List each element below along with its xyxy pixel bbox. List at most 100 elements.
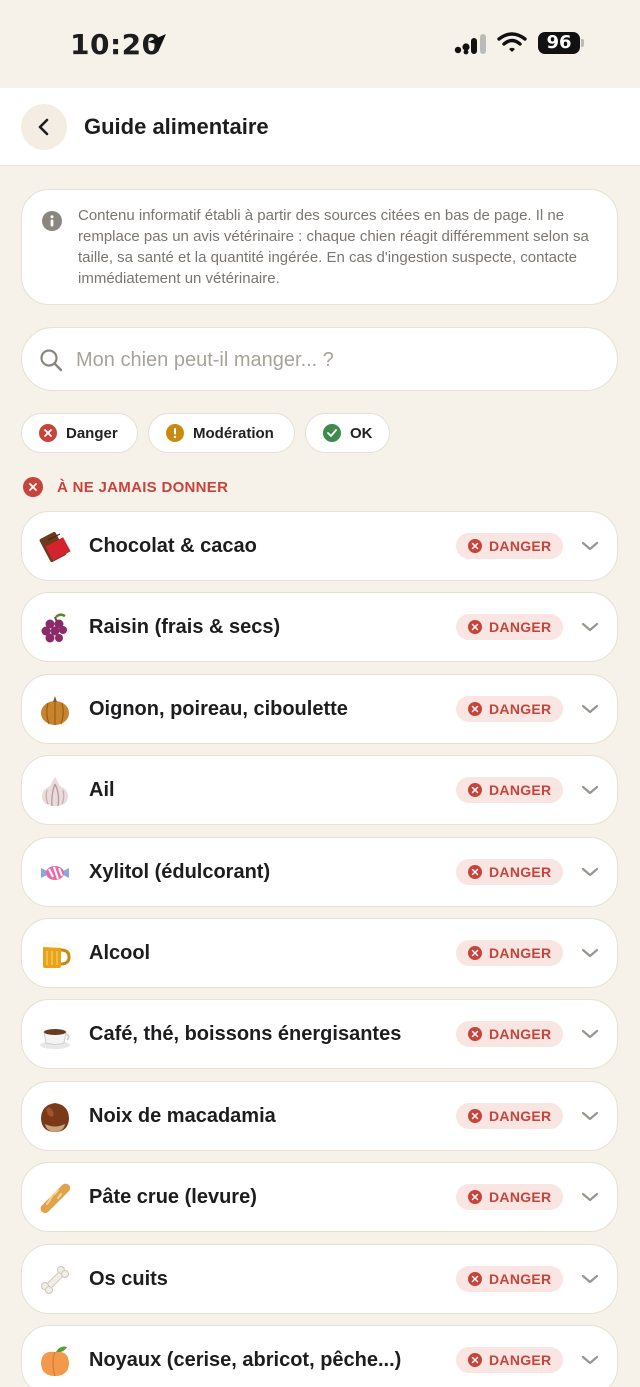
food-item-label: Os cuits bbox=[89, 1268, 168, 1290]
danger-badge: DANGER bbox=[456, 1021, 563, 1047]
close-circle-icon bbox=[468, 865, 482, 879]
chevron-down-icon[interactable] bbox=[581, 1353, 599, 1371]
info-text: Contenu informatif établi à partir des s… bbox=[78, 207, 589, 287]
search-icon bbox=[40, 349, 63, 372]
food-item[interactable]: Os cuits DANGER bbox=[21, 1244, 618, 1314]
peach-icon bbox=[38, 1344, 72, 1378]
battery-tip bbox=[581, 39, 584, 47]
bone-icon bbox=[38, 1263, 72, 1297]
close-circle-icon bbox=[468, 1353, 482, 1367]
badge-label: DANGER bbox=[489, 945, 552, 961]
close-circle-icon bbox=[468, 1272, 482, 1286]
food-item[interactable]: Chocolat & cacao DANGER bbox=[21, 511, 618, 581]
beer-icon bbox=[38, 937, 72, 971]
filter-danger[interactable]: Danger bbox=[21, 413, 138, 453]
food-item-label: Noyaux (cerise, abricot, pêche...) bbox=[89, 1349, 402, 1371]
danger-badge: DANGER bbox=[456, 1266, 563, 1292]
close-circle-icon bbox=[39, 424, 57, 442]
close-circle-icon bbox=[468, 702, 482, 716]
badge-label: DANGER bbox=[489, 864, 552, 880]
close-circle-icon bbox=[468, 946, 482, 960]
food-item[interactable]: Raisin (frais & secs) DANGER bbox=[21, 592, 618, 662]
food-item-label: Alcool bbox=[89, 942, 151, 964]
food-item-label: Noix de macadamia bbox=[89, 1105, 276, 1127]
food-item[interactable]: Ail DANGER bbox=[21, 755, 618, 825]
close-circle-icon bbox=[468, 783, 482, 797]
check-circle-icon bbox=[323, 424, 341, 442]
baguette-icon bbox=[38, 1181, 72, 1215]
filter-moderation[interactable]: Modération bbox=[148, 413, 295, 453]
filter-danger-label: Danger bbox=[66, 424, 118, 442]
chevron-down-icon[interactable] bbox=[581, 539, 599, 557]
food-item[interactable]: Noyaux (cerise, abricot, pêche...) DANGER bbox=[21, 1325, 618, 1387]
close-circle-icon bbox=[468, 620, 482, 634]
coffee-icon bbox=[38, 1018, 72, 1052]
section-header-danger: À NE JAMAIS DONNER bbox=[23, 477, 228, 497]
chestnut-icon bbox=[38, 1100, 72, 1134]
food-item-label: Café, thé, boissons énergisantes bbox=[89, 1023, 402, 1045]
food-item-label: Ail bbox=[89, 779, 115, 801]
food-item-label: Chocolat & cacao bbox=[89, 535, 257, 557]
badge-label: DANGER bbox=[489, 701, 552, 717]
info-icon bbox=[42, 211, 62, 231]
grapes-icon bbox=[38, 611, 72, 645]
chocolate-icon bbox=[38, 530, 72, 564]
food-item[interactable]: Oignon, poireau, ciboulette DANGER bbox=[21, 674, 618, 744]
food-item-label: Raisin (frais & secs) bbox=[89, 616, 281, 638]
search-input[interactable]: Mon chien peut-il manger... ? bbox=[21, 327, 618, 391]
chevron-left-icon bbox=[38, 118, 49, 136]
chevron-down-icon[interactable] bbox=[581, 1272, 599, 1290]
chevron-down-icon[interactable] bbox=[581, 702, 599, 720]
chevron-down-icon[interactable] bbox=[581, 783, 599, 801]
garlic-icon bbox=[38, 774, 72, 808]
food-item[interactable]: Noix de macadamia DANGER bbox=[21, 1081, 618, 1151]
wifi-icon bbox=[497, 32, 527, 52]
filter-moderation-label: Modération bbox=[193, 424, 274, 442]
page-title: Guide alimentaire bbox=[84, 114, 269, 139]
food-item[interactable]: Café, thé, boissons énergisantes DANGER bbox=[21, 999, 618, 1069]
chevron-down-icon[interactable] bbox=[581, 865, 599, 883]
close-circle-icon bbox=[23, 477, 43, 497]
food-item-label: Pâte crue (levure) bbox=[89, 1186, 257, 1208]
filter-ok[interactable]: OK bbox=[305, 413, 390, 453]
onion-icon bbox=[38, 693, 72, 727]
badge-label: DANGER bbox=[489, 1352, 552, 1368]
close-circle-icon bbox=[468, 1109, 482, 1123]
danger-badge: DANGER bbox=[456, 614, 563, 640]
badge-label: DANGER bbox=[489, 538, 552, 554]
danger-badge: DANGER bbox=[456, 940, 563, 966]
danger-badge: DANGER bbox=[456, 696, 563, 722]
close-circle-icon bbox=[468, 1027, 482, 1041]
food-item[interactable]: Pâte crue (levure) DANGER bbox=[21, 1162, 618, 1232]
back-button[interactable] bbox=[21, 104, 67, 150]
info-card: Contenu informatif établi à partir des s… bbox=[21, 189, 618, 305]
chevron-down-icon[interactable] bbox=[581, 1109, 599, 1127]
close-circle-icon bbox=[468, 539, 482, 553]
filter-ok-label: OK bbox=[350, 424, 373, 442]
food-item-label: Xylitol (édulcorant) bbox=[89, 861, 271, 883]
chevron-down-icon[interactable] bbox=[581, 946, 599, 964]
danger-badge: DANGER bbox=[456, 1347, 563, 1373]
badge-label: DANGER bbox=[489, 1108, 552, 1124]
badge-label: DANGER bbox=[489, 1271, 552, 1287]
danger-badge: DANGER bbox=[456, 1103, 563, 1129]
exclamation-circle-icon bbox=[166, 424, 184, 442]
food-item[interactable]: Alcool DANGER bbox=[21, 918, 618, 988]
top-header: Guide alimentaire bbox=[0, 88, 640, 166]
status-bar: 10:20 96 bbox=[0, 0, 640, 88]
cellular-signal-icon bbox=[454, 34, 486, 55]
badge-label: DANGER bbox=[489, 782, 552, 798]
badge-label: DANGER bbox=[489, 1189, 552, 1205]
food-item[interactable]: Xylitol (édulcorant) DANGER bbox=[21, 837, 618, 907]
danger-badge: DANGER bbox=[456, 1184, 563, 1210]
section-title: À NE JAMAIS DONNER bbox=[57, 478, 229, 496]
chevron-down-icon[interactable] bbox=[581, 1027, 599, 1045]
badge-label: DANGER bbox=[489, 1026, 552, 1042]
candy-icon bbox=[38, 856, 72, 890]
chevron-down-icon[interactable] bbox=[581, 1190, 599, 1208]
food-item-label: Oignon, poireau, ciboulette bbox=[89, 698, 348, 720]
chevron-down-icon[interactable] bbox=[581, 620, 599, 638]
badge-label: DANGER bbox=[489, 619, 552, 635]
danger-badge: DANGER bbox=[456, 533, 563, 559]
close-circle-icon bbox=[468, 1190, 482, 1204]
